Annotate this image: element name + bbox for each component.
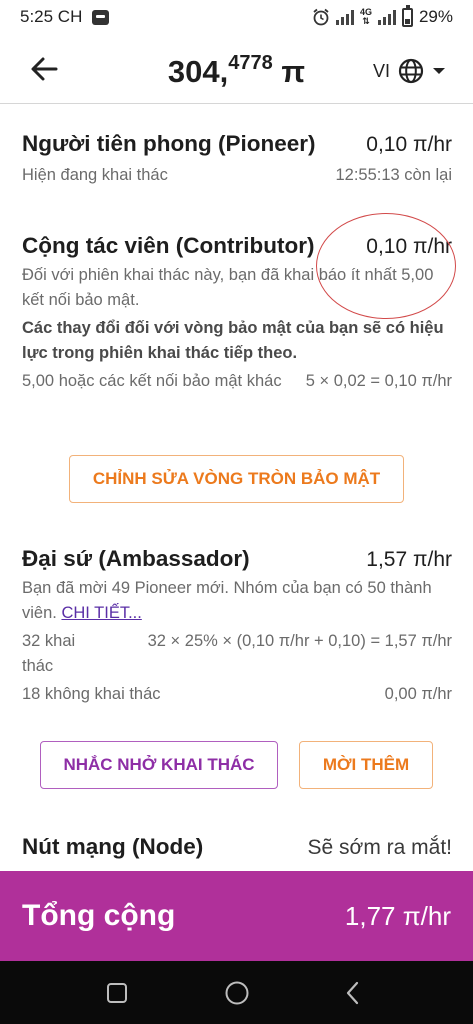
pi-symbol: π <box>281 54 306 89</box>
not-mining-count-label: 18 không khai thác <box>22 685 161 703</box>
node-title: Nút mạng (Node) <box>22 834 204 859</box>
edit-security-circle-button[interactable]: CHỈNH SỬA VÒNG TRÒN BẢO MẬT <box>69 455 404 503</box>
chevron-down-icon <box>433 68 446 74</box>
globe-icon <box>398 58 424 84</box>
pioneer-title: Người tiên phong (Pioneer) <box>22 131 316 156</box>
battery-percent: 29% <box>418 7 453 26</box>
total-value: 1,77 π/hr <box>344 900 451 931</box>
contributor-calc-label: 5,00 hoặc các kết nối bảo mật khác <box>22 372 282 390</box>
battery-icon <box>401 4 413 27</box>
remind-mining-button[interactable]: NHẮC NHỞ KHAI THÁC <box>40 741 278 789</box>
status-bar: 5:25 CH 4G ⇅ 29% <box>0 0 473 34</box>
pioneer-rate: 0,10 π/hr <box>366 133 452 156</box>
total-label: Tổng cộng <box>22 899 176 932</box>
pioneer-status: Hiện đang khai thác <box>22 166 168 184</box>
recent-apps-button[interactable] <box>106 982 128 1009</box>
contributor-title: Cộng tác viên (Contributor) <box>22 233 315 258</box>
balance-fraction: 4778 <box>228 52 273 74</box>
pioneer-time-left: 12:55:13 còn lại <box>335 166 452 184</box>
pioneer-status-row: Hiện đang khai thác 12:55:13 còn lại <box>22 163 452 188</box>
ambassador-section: Đại sứ (Ambassador) 1,57 π/hr Bạn đã mời… <box>22 546 452 707</box>
home-button[interactable] <box>224 980 250 1011</box>
ambassador-not-mining-row: 18 không khai thác 0,00 π/hr <box>22 682 452 707</box>
status-time: 5:25 CH <box>20 7 83 26</box>
ambassador-description: Bạn đã mời 49 Pioneer mới. Nhóm của bạn … <box>22 576 452 626</box>
language-code: VI <box>373 60 391 81</box>
details-link[interactable]: CHI TIẾT... <box>61 604 141 622</box>
mining-count-label: 32 khai thác <box>22 632 76 675</box>
status-right: 4G ⇅ 29% <box>312 4 453 27</box>
not-mining-value: 0,00 π/hr <box>384 685 452 703</box>
pioneer-section: Người tiên phong (Pioneer) 0,10 π/hr Hiệ… <box>22 131 452 188</box>
node-header-row: Nút mạng (Node) Sẽ sớm ra mắt! <box>22 834 452 860</box>
contributor-note: Các thay đổi đối với vòng bảo mật của bạ… <box>22 319 444 362</box>
ambassador-mining-row: 32 khai thác 32 × 25% × (0,10 π/hr + 0,1… <box>22 629 452 679</box>
status-left: 5:25 CH <box>20 7 110 27</box>
balance-integer: 304, <box>167 54 229 89</box>
chevron-left-icon <box>346 981 359 1005</box>
system-nav-bar <box>0 961 473 1024</box>
ambassador-title: Đại sứ (Ambassador) <box>22 546 250 571</box>
pioneer-header-row: Người tiên phong (Pioneer) 0,10 π/hr <box>22 131 452 157</box>
alarm-icon <box>313 8 329 26</box>
total-bar: Tổng cộng 1,77 π/hr <box>0 871 473 961</box>
signal-2-icon <box>377 9 396 25</box>
mining-rate-content[interactable]: Người tiên phong (Pioneer) 0,10 π/hr Hiệ… <box>0 105 473 871</box>
notification-icon <box>92 9 110 25</box>
home-icon <box>225 981 249 1005</box>
contributor-calc-value: 5 × 0,02 = 0,10 π/hr <box>305 372 452 390</box>
annotation-circle <box>316 213 456 319</box>
language-selector[interactable]: VI <box>373 58 446 84</box>
mining-calc-value: 32 × 25% × (0,10 π/hr + 0,10) = 1,57 π/h… <box>147 632 452 650</box>
invite-more-button[interactable]: MỜI THÊM <box>299 741 433 789</box>
signal-icon <box>335 9 354 25</box>
network-type: 4G ⇅ <box>359 7 372 26</box>
node-section: Nút mạng (Node) Sẽ sớm ra mắt! <box>22 834 452 860</box>
node-status: Sẽ sớm ra mắt! <box>307 836 452 859</box>
system-back-button[interactable] <box>344 981 362 1010</box>
ambassador-header-row: Đại sứ (Ambassador) 1,57 π/hr <box>22 546 452 572</box>
ambassador-rate: 1,57 π/hr <box>366 548 452 571</box>
recent-apps-icon <box>107 983 127 1003</box>
app-header: 304,4778 π VI <box>0 38 473 104</box>
contributor-calc-row: 5,00 hoặc các kết nối bảo mật khác 5 × 0… <box>22 369 452 394</box>
